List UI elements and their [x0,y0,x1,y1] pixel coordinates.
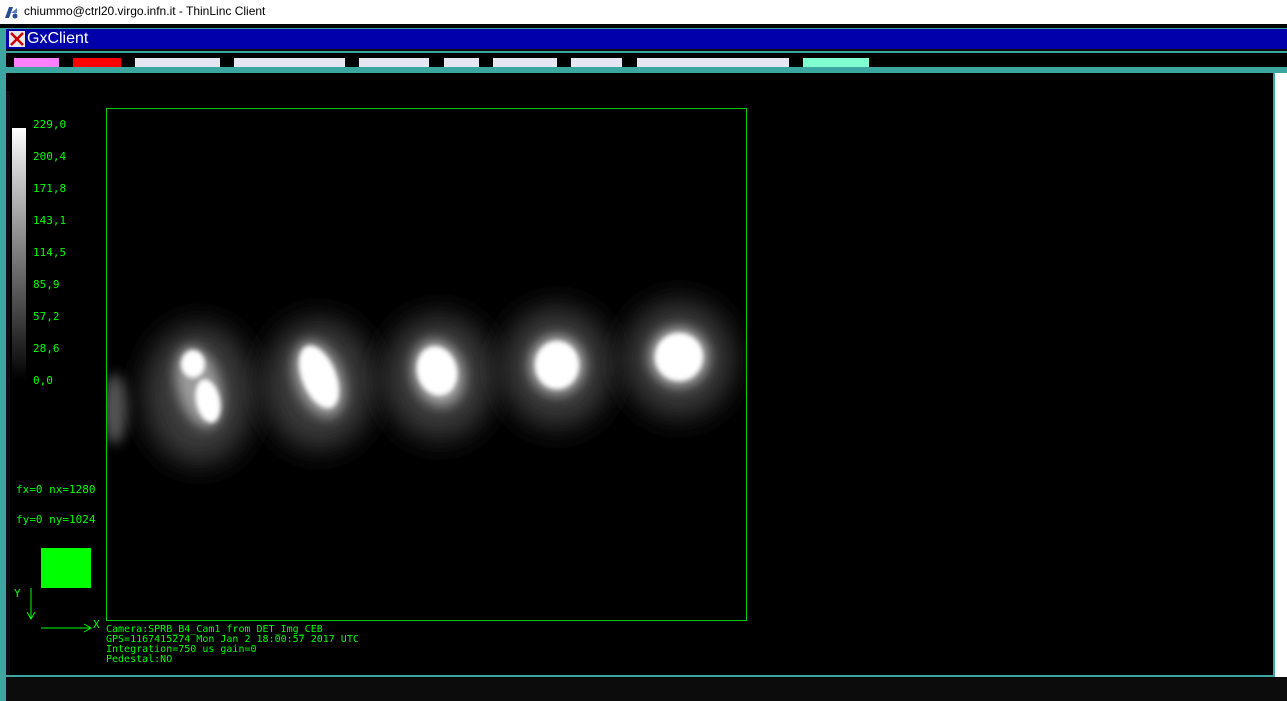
colorbar-tick: 171,8 [33,182,67,195]
window-right-border [1273,73,1275,677]
fx-readout: fx=0 nx=1280 [16,483,96,496]
host-titlebar: chiummo@ctrl20.virgo.infn.it - ThinLinc … [0,0,1287,24]
colorbar-tick: 28,6 [33,342,60,355]
window-bottom-border [6,675,1275,677]
window-right-edge [1273,73,1287,677]
colorbar-tick: 114,5 [33,246,67,259]
axis-orientation-icon [26,588,93,633]
gxclient-titlebar[interactable]: GxClient [6,29,1287,49]
colorbar-tick: 0,0 [33,374,53,387]
colorbar-tick: 85,9 [33,278,60,291]
colorbar-tick: 57,2 [33,310,60,323]
fy-readout: fy=0 ny=1024 [16,513,96,526]
image-info: Camera:SPRB_B4_Cam1 from DET_Img_CEB GPS… [106,625,359,665]
spot-1 [144,324,254,464]
camera-image-view[interactable] [106,108,747,621]
app-title: GxClient [27,30,89,47]
colorbar-tick: 143,1 [33,214,67,227]
axis-x-label: X [93,618,100,631]
pedestal-info: Pedestal:NO [106,654,173,665]
spot-5 [624,301,734,417]
spot-4 [502,307,612,427]
close-icon[interactable] [9,31,25,47]
spot-2 [264,319,374,449]
axis-y-label: Y [14,587,21,600]
colorbar-tick: 229,0 [33,118,67,131]
colorbar [12,128,26,380]
thinlinc-app-icon [3,4,19,20]
colorbar-tick: 200,4 [33,150,67,163]
camera-image [107,109,746,620]
host-window-title: chiummo@ctrl20.virgo.infn.it - ThinLinc … [24,4,266,18]
spot-3 [384,315,494,439]
